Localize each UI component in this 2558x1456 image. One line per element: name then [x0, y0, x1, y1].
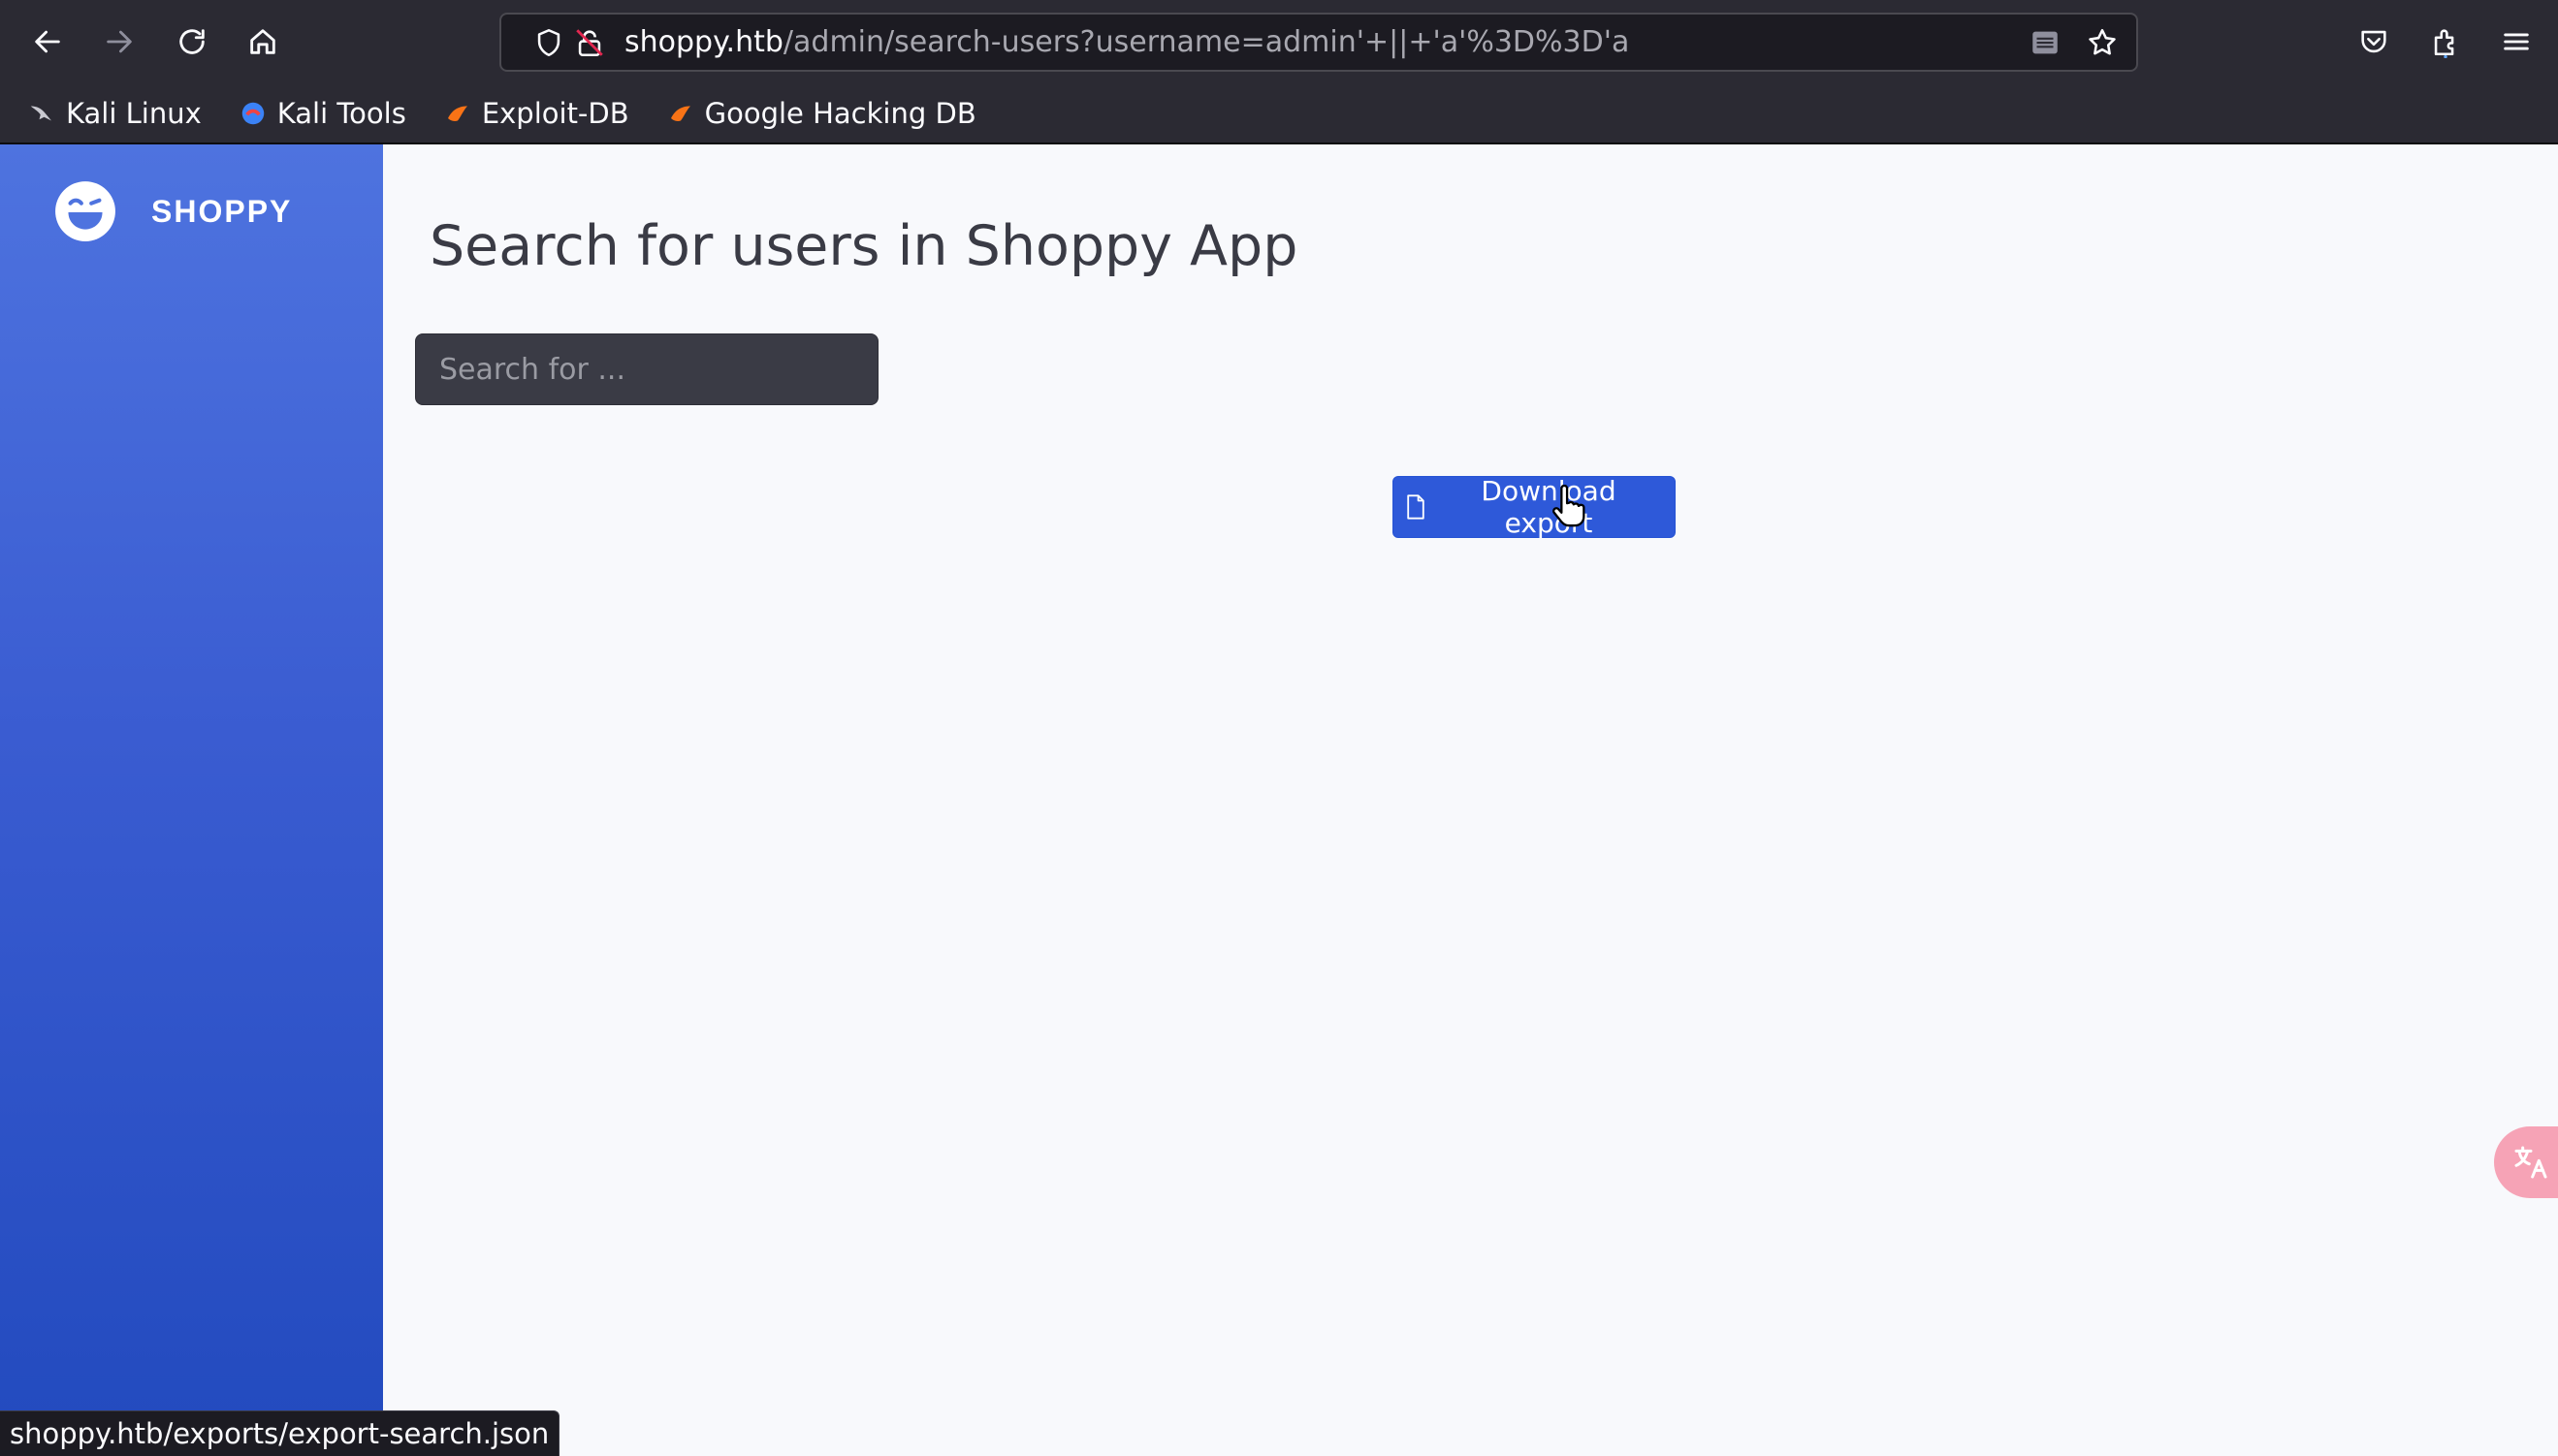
url-bar[interactable]: shoppy.htb/admin/search-users?username=a… — [499, 13, 2138, 72]
extensions-icon[interactable] — [2421, 17, 2470, 66]
bookmark-star-icon[interactable] — [2084, 24, 2121, 61]
forward-button[interactable] — [92, 17, 146, 66]
back-button[interactable] — [20, 17, 75, 66]
sidebar-brand[interactable]: SHOPPY — [53, 179, 292, 243]
translate-icon — [2514, 1146, 2547, 1179]
status-bar-link-preview: shoppy.htb/exports/export-search.json — [0, 1410, 560, 1456]
bookmark-kali-linux[interactable]: Kali Linux — [21, 91, 208, 136]
insecure-lock-icon[interactable] — [571, 24, 608, 61]
exploit-db-icon — [443, 99, 472, 128]
brand-name: SHOPPY — [151, 193, 293, 229]
bookmark-exploit-db[interactable]: Exploit-DB — [437, 91, 635, 136]
reload-icon — [179, 29, 205, 54]
bookmark-kali-tools[interactable]: Kali Tools — [233, 91, 412, 136]
laugh-wink-icon — [53, 179, 117, 243]
arrow-right-icon — [107, 30, 132, 53]
url-path: /admin/search-users?username=admin'+||+'… — [783, 25, 1630, 59]
main-content: Search for users in Shoppy App Download … — [383, 144, 2558, 1456]
reader-view-icon[interactable] — [2027, 24, 2063, 61]
bookmark-label: Google Hacking DB — [704, 97, 976, 130]
search-input[interactable] — [415, 333, 879, 405]
kali-linux-icon — [27, 99, 56, 128]
home-icon — [250, 29, 275, 54]
home-button[interactable] — [236, 17, 290, 66]
arrow-left-icon — [35, 30, 60, 53]
download-export-label: Download export — [1481, 475, 1616, 539]
translate-widget[interactable] — [2494, 1126, 2558, 1198]
shield-icon[interactable] — [530, 24, 567, 61]
bookmark-label: Kali Tools — [276, 97, 406, 130]
page-title: Search for users in Shoppy App — [430, 214, 1298, 278]
bookmark-google-hacking-db[interactable]: Google Hacking DB — [660, 91, 982, 136]
pocket-icon[interactable] — [2350, 17, 2398, 66]
download-export-button[interactable]: Download export — [1392, 475, 1676, 539]
bookmark-label: Exploit-DB — [481, 97, 629, 130]
browser-chrome: shoppy.htb/admin/search-users?username=a… — [0, 0, 2558, 144]
menu-icon[interactable] — [2492, 17, 2541, 66]
bookmarks-toolbar: Kali Linux Kali Tools Exploit-DB Google … — [0, 85, 2558, 142]
ghdb-icon — [666, 99, 695, 128]
file-icon — [1405, 494, 1426, 520]
bookmark-label: Kali Linux — [66, 97, 202, 130]
hand-cursor-icon — [1552, 485, 1585, 527]
url-text[interactable]: shoppy.htb/admin/search-users?username=a… — [624, 15, 1629, 70]
url-host: shoppy.htb — [624, 25, 783, 59]
reload-button[interactable] — [165, 17, 219, 66]
kali-tools-icon — [239, 99, 268, 128]
sidebar: SHOPPY — [0, 144, 383, 1456]
